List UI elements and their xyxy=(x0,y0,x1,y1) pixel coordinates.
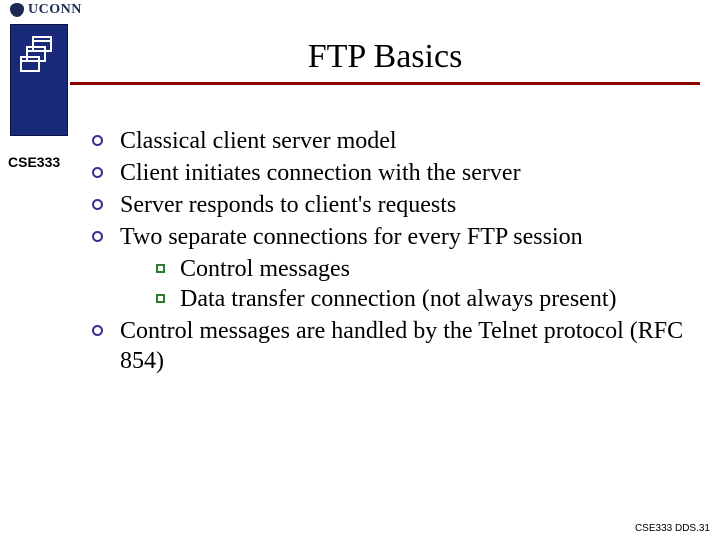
uconn-text: UCONN xyxy=(28,2,82,18)
sub-bullet-list: Control messages Data transfer connectio… xyxy=(120,254,700,314)
bullet-text: Server responds to client's requests xyxy=(120,192,456,218)
title-underline xyxy=(70,82,700,85)
department-badge xyxy=(10,24,68,136)
list-item: Client initiates connection with the ser… xyxy=(88,158,700,188)
list-item: Control messages are handled by the Teln… xyxy=(88,316,700,376)
list-item: Server responds to client's requests xyxy=(88,190,700,220)
shield-icon xyxy=(10,3,24,17)
list-item: Control messages xyxy=(154,254,700,284)
slide-footer: CSE333 DDS.31 xyxy=(635,523,710,534)
slide: UCONN FTP Basics CSE333 Classical client… xyxy=(0,0,720,540)
title-area: FTP Basics xyxy=(70,38,700,85)
bullet-text: Control messages xyxy=(180,256,350,282)
content-area: Classical client server model Client ini… xyxy=(88,126,700,378)
uconn-logo: UCONN xyxy=(10,2,82,18)
list-item: Classical client server model xyxy=(88,126,700,156)
bullet-text: Control messages are handled by the Teln… xyxy=(120,318,683,374)
bullet-text: Classical client server model xyxy=(120,128,397,154)
stacked-windows-icon xyxy=(19,35,59,79)
list-item: Two separate connections for every FTP s… xyxy=(88,222,700,314)
bullet-list: Classical client server model Client ini… xyxy=(88,126,700,376)
bullet-text: Two separate connections for every FTP s… xyxy=(120,224,583,250)
bullet-text: Client initiates connection with the ser… xyxy=(120,160,521,186)
course-label: CSE333 xyxy=(8,154,60,170)
list-item: Data transfer connection (not always pre… xyxy=(154,284,700,314)
bullet-text: Data transfer connection (not always pre… xyxy=(180,286,617,312)
slide-title: FTP Basics xyxy=(70,38,700,80)
